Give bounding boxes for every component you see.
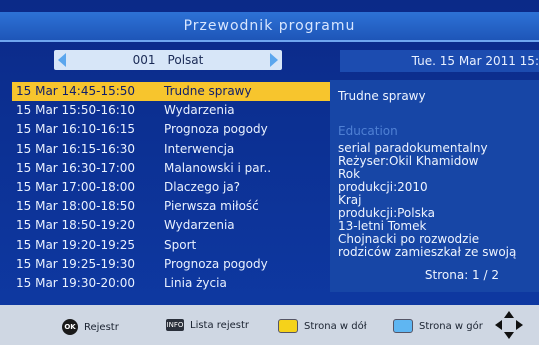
epg-screen: Przewodnik programu 001 Polsat Tue. 15 M… — [0, 0, 539, 345]
program-time: 15 Mar 16:30-17:00 — [16, 160, 136, 175]
legend-info[interactable]: INFO Lista rejestr — [166, 319, 249, 331]
program-title: Prognoza pogody — [164, 122, 268, 137]
program-time: 15 Mar 18:00-18:50 — [16, 199, 136, 214]
program-title: Trudne sprawy — [164, 84, 252, 98]
program-time: 15 Mar 19:25-19:30 — [16, 256, 136, 271]
legend-ok[interactable]: OK Rejestr — [62, 319, 119, 335]
navigation-arrows-icon — [495, 311, 523, 339]
program-row[interactable]: 15 Mar 17:00-18:00 Dlaczego ja? — [12, 178, 330, 197]
program-time: 15 Mar 18:50-19:20 — [16, 218, 136, 233]
program-time: 15 Mar 16:10-16:15 — [16, 122, 136, 137]
program-row[interactable]: 15 Mar 16:15-16:30 Interwencja — [12, 140, 330, 159]
program-row[interactable]: 15 Mar 16:30-17:00 Malanowski i par.. — [12, 159, 330, 178]
program-row[interactable]: 15 Mar 18:50-19:20 Wydarzenia — [12, 216, 330, 235]
date-time-display: Tue. 15 Mar 2011 15: — [340, 50, 539, 72]
program-row[interactable]: 15 Mar 14:45-15:50 Trudne sprawy — [12, 82, 330, 102]
footer-legend: OK Rejestr INFO Lista rejestr Strona w d… — [0, 305, 539, 345]
blue-key-icon — [393, 319, 413, 333]
program-row[interactable]: 15 Mar 18:00-18:50 Pierwsza miłość — [12, 197, 330, 216]
program-row[interactable]: 15 Mar 16:10-16:15 Prognoza pogody — [12, 120, 330, 139]
program-title: Dlaczego ja? — [164, 179, 241, 194]
program-title: Wydarzenia — [164, 103, 235, 118]
legend-yellow-label: Strona w dół — [304, 320, 367, 332]
program-row[interactable]: 15 Mar 19:25-19:30 Prognoza pogody — [12, 255, 330, 274]
page-title: Przewodnik programu — [0, 12, 539, 42]
program-time: 15 Mar 14:45-15:50 — [16, 84, 136, 98]
program-title: Sport — [164, 237, 197, 252]
date-time-text: Tue. 15 Mar 2011 15: — [411, 54, 539, 68]
channel-number: 001 — [132, 53, 156, 67]
program-list: 15 Mar 14:45-15:50 Trudne sprawy 15 Mar … — [12, 82, 330, 293]
program-title: Prognoza pogody — [164, 256, 268, 271]
detail-description: serial paradokumentalny Reżyser:Okil Kha… — [338, 141, 517, 259]
detail-genre: Education — [338, 124, 398, 138]
program-detail-panel: Trudne sprawy Education serial paradokum… — [330, 80, 539, 292]
program-time: 15 Mar 19:30-20:00 — [16, 275, 136, 290]
detail-page-indicator: Strona: 1 / 2 — [424, 268, 499, 282]
program-row[interactable]: 15 Mar 15:50-16:10 Wydarzenia — [12, 101, 330, 120]
program-row[interactable]: 15 Mar 19:30-20:00 Linia życia — [12, 274, 330, 293]
channel-name: Polsat — [167, 53, 204, 67]
program-time: 15 Mar 19:20-19:25 — [16, 237, 136, 252]
program-time: 15 Mar 17:00-18:00 — [16, 179, 136, 194]
arrow-right-icon[interactable] — [270, 53, 278, 67]
detail-title: Trudne sprawy — [338, 89, 426, 103]
program-title: Malanowski i par.. — [164, 160, 272, 175]
ok-button-icon: OK — [62, 319, 78, 335]
program-title: Pierwsza miłość — [164, 199, 259, 214]
program-title: Linia życia — [164, 275, 227, 290]
program-title: Interwencja — [164, 141, 235, 156]
legend-ok-label: Rejestr — [84, 321, 119, 333]
legend-blue[interactable]: Strona w gór — [393, 319, 483, 333]
legend-yellow[interactable]: Strona w dół — [278, 319, 367, 333]
program-time: 15 Mar 16:15-16:30 — [16, 141, 136, 156]
yellow-key-icon — [278, 319, 298, 333]
legend-info-label: Lista rejestr — [190, 319, 250, 331]
channel-selector[interactable]: 001 Polsat — [54, 50, 282, 70]
info-button-icon: INFO — [166, 319, 184, 331]
program-title: Wydarzenia — [164, 218, 235, 233]
arrow-left-icon[interactable] — [58, 53, 66, 67]
program-row[interactable]: 15 Mar 19:20-19:25 Sport — [12, 236, 330, 255]
program-time: 15 Mar 15:50-16:10 — [16, 103, 136, 118]
legend-blue-label: Strona w gór — [419, 320, 483, 332]
